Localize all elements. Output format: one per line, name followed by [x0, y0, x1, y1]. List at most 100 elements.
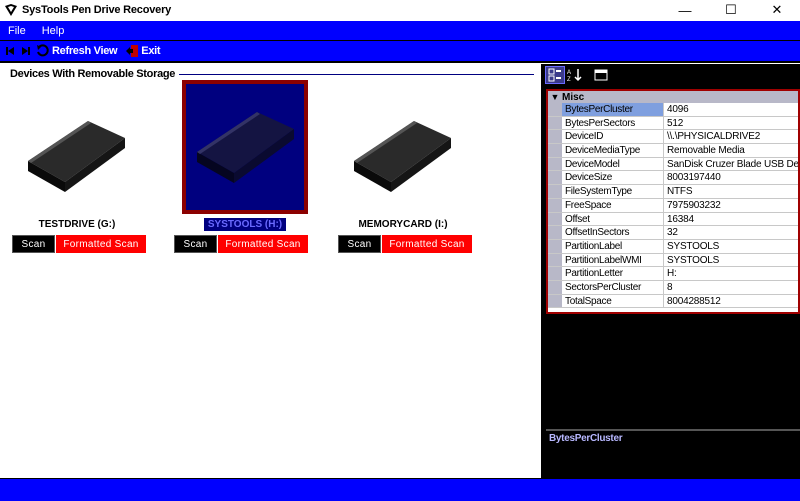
categorized-view-button[interactable]	[545, 66, 565, 84]
property-value[interactable]: 8	[664, 281, 798, 294]
refresh-view-button[interactable]: Refresh View	[36, 44, 118, 58]
property-row[interactable]: TotalSpace 8004288512	[548, 294, 798, 309]
property-name[interactable]: DeviceMediaType	[562, 144, 664, 157]
scan-button[interactable]: Scan	[12, 235, 55, 253]
menu-bar: File Help	[0, 21, 800, 41]
app-logo-icon	[5, 4, 17, 16]
property-name[interactable]: SectorsPerCluster	[562, 280, 664, 294]
property-value[interactable]: 4096	[664, 103, 798, 116]
menu-file[interactable]: File	[0, 25, 34, 37]
property-value[interactable]: NTFS	[664, 185, 798, 198]
property-name[interactable]: FileSystemType	[562, 185, 664, 198]
property-name[interactable]: BytesPerSectors	[562, 116, 664, 130]
property-value[interactable]: SYSTOOLS	[664, 254, 798, 267]
toolbar: Refresh View Exit	[0, 41, 800, 63]
property-value[interactable]: SanDisk Cruzer Blade USB Devi	[664, 158, 798, 171]
row-margin	[548, 267, 562, 280]
svg-text:A: A	[567, 70, 571, 76]
property-value[interactable]: 512	[664, 117, 798, 130]
row-margin	[548, 198, 562, 212]
exit-button[interactable]: Exit	[125, 44, 161, 58]
property-value[interactable]: 16384	[664, 213, 798, 226]
property-grid-toolbar: A Z	[545, 64, 800, 86]
next-button[interactable]	[20, 45, 32, 57]
skip-forward-icon	[22, 47, 30, 55]
property-value[interactable]: H:	[664, 267, 798, 280]
row-margin	[548, 212, 562, 226]
window-title: SysTools Pen Drive Recovery	[22, 4, 172, 16]
property-row[interactable]: PartitionLetter H:	[548, 267, 798, 281]
drive-image[interactable]	[182, 80, 308, 214]
scan-button[interactable]: Scan	[174, 235, 217, 253]
row-margin	[548, 130, 562, 144]
menu-help[interactable]: Help	[34, 25, 73, 37]
property-name[interactable]: DeviceModel	[562, 157, 664, 171]
drive-label: MEMORYCARD (I:)	[358, 219, 448, 230]
sort-az-icon: A Z	[567, 69, 582, 82]
property-row[interactable]: DeviceSize 8003197440	[548, 171, 798, 186]
property-description-panel: BytesPerCluster	[546, 429, 800, 478]
property-name[interactable]: PartitionLabelWMI	[562, 253, 664, 267]
formatted-scan-button[interactable]: Formatted Scan	[218, 235, 308, 253]
property-row[interactable]: DeviceID \\.\PHYSICALDRIVE2	[548, 130, 798, 145]
property-row[interactable]: SectorsPerCluster 8	[548, 280, 798, 295]
refresh-view-label: Refresh View	[52, 45, 118, 57]
row-margin	[548, 103, 562, 116]
alphabetical-view-button[interactable]: A Z	[565, 66, 585, 84]
property-name[interactable]: OffsetInSectors	[562, 226, 664, 239]
minimize-button[interactable]: —	[662, 0, 708, 20]
first-button[interactable]	[4, 45, 16, 57]
formatted-scan-button[interactable]: Formatted Scan	[56, 235, 146, 253]
drive-image[interactable]	[344, 98, 460, 214]
maximize-button[interactable]: ☐	[708, 0, 754, 20]
close-button[interactable]: ✕	[754, 0, 800, 20]
property-value[interactable]: 8003197440	[664, 171, 798, 184]
property-row[interactable]: FileSystemType NTFS	[548, 185, 798, 199]
property-name[interactable]: DeviceID	[562, 130, 664, 144]
row-margin	[548, 280, 562, 294]
property-row[interactable]: PartitionLabel SYSTOOLS	[548, 239, 798, 254]
hard-drive-icon	[28, 121, 125, 192]
scan-button[interactable]: Scan	[338, 235, 381, 253]
property-value[interactable]: \\.\PHYSICALDRIVE2	[664, 130, 798, 143]
property-name[interactable]: BytesPerCluster	[562, 103, 664, 116]
row-margin	[548, 226, 562, 239]
property-value[interactable]: 7975903232	[664, 199, 798, 212]
property-name[interactable]: TotalSpace	[562, 294, 664, 308]
row-margin	[548, 144, 562, 157]
property-value[interactable]: 8004288512	[664, 295, 798, 308]
property-row[interactable]: OffsetInSectors 32	[548, 226, 798, 240]
device-card-memorycard[interactable]: MEMORYCARD (I:) Scan Formatted Scan	[338, 88, 478, 253]
property-row[interactable]: PartitionLabelWMI SYSTOOLS	[548, 253, 798, 268]
property-row[interactable]: BytesPerSectors 512	[548, 116, 798, 131]
description-title: BytesPerCluster	[549, 433, 623, 444]
property-pages-button[interactable]	[591, 66, 611, 84]
property-value[interactable]: 32	[664, 226, 798, 239]
property-value[interactable]: SYSTOOLS	[664, 240, 798, 253]
property-name[interactable]: DeviceSize	[562, 171, 664, 185]
device-card-testdrive[interactable]: TESTDRIVE (G:) Scan Formatted Scan	[12, 88, 152, 253]
property-name[interactable]: FreeSpace	[562, 198, 664, 212]
property-row[interactable]: Offset 16384	[548, 212, 798, 227]
drive-image[interactable]	[18, 98, 134, 214]
property-name[interactable]: PartitionLabel	[562, 239, 664, 253]
property-value[interactable]: Removable Media	[664, 144, 798, 157]
category-header[interactable]: ▼ Misc	[548, 91, 798, 103]
formatted-scan-button[interactable]: Formatted Scan	[382, 235, 472, 253]
row-margin	[548, 294, 562, 308]
row-margin	[548, 171, 562, 185]
svg-text:Z: Z	[567, 77, 571, 82]
property-name[interactable]: Offset	[562, 212, 664, 226]
property-row[interactable]: DeviceModel SanDisk Cruzer Blade USB Devi	[548, 157, 798, 172]
exit-icon	[126, 45, 139, 57]
categorized-icon	[548, 68, 561, 82]
property-row[interactable]: BytesPerCluster 4096	[548, 103, 798, 117]
property-name[interactable]: PartitionLetter	[562, 267, 664, 280]
chevron-down-icon[interactable]: ▼	[548, 92, 562, 102]
device-card-systools[interactable]: SYSTOOLS (H:) Scan Formatted Scan	[174, 80, 314, 253]
property-row[interactable]: DeviceMediaType Removable Media	[548, 144, 798, 158]
row-margin	[548, 116, 562, 130]
refresh-icon	[37, 44, 49, 57]
drive-label: TESTDRIVE (G:)	[38, 219, 116, 230]
property-row[interactable]: FreeSpace 7975903232	[548, 198, 798, 213]
